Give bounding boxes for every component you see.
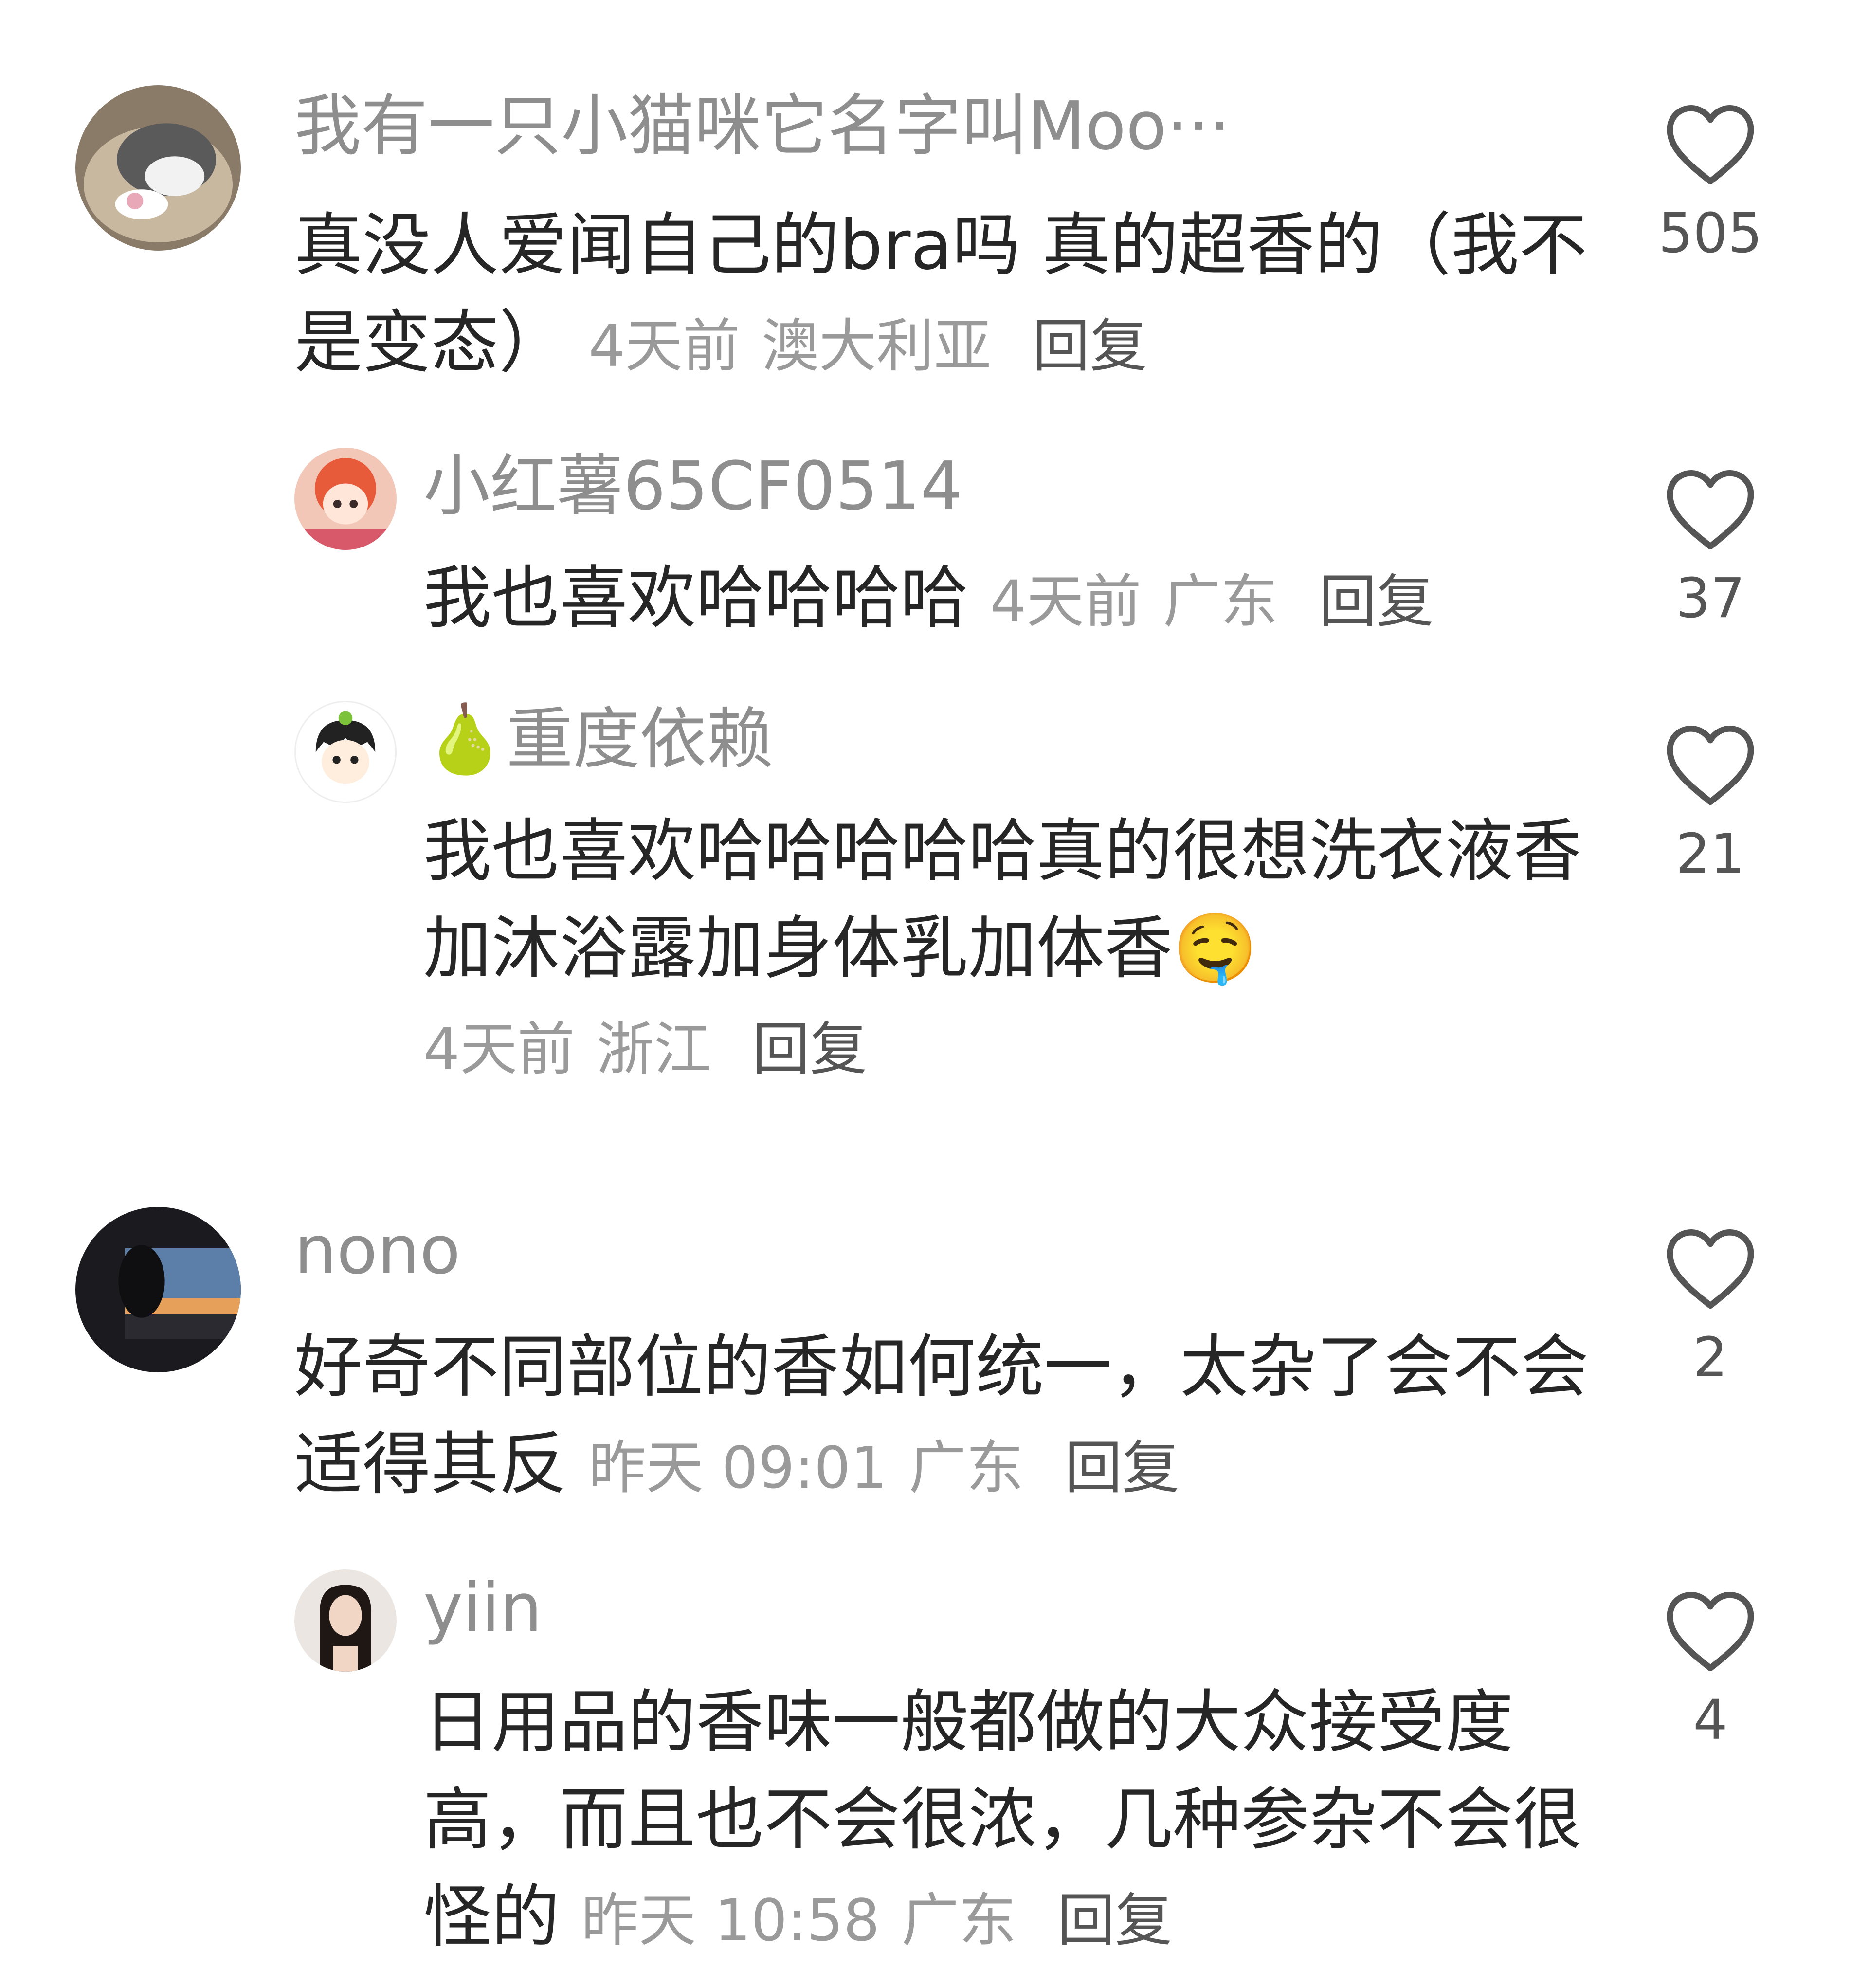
comment-location: 浙江 — [596, 1016, 711, 1083]
cat-avatar-image — [75, 85, 241, 251]
comment-text: 我也喜欢哈哈哈哈 4天前 广东 回复 — [423, 550, 1601, 650]
comment-text: 好奇不同部位的香如何统一，太杂了会不会适得其反 昨天 09:01 广东 回复 — [294, 1319, 1598, 1516]
comment-time: 4天前 — [423, 1016, 575, 1083]
heart-outline-icon — [1667, 1229, 1754, 1309]
comment-time: 昨天 09:01 — [588, 1434, 888, 1501]
reply-button[interactable]: 回复 — [1065, 1434, 1180, 1501]
comment-time: 4天前 — [990, 568, 1142, 635]
avatar[interactable] — [294, 448, 397, 550]
avatar[interactable] — [75, 1207, 241, 1372]
heart-outline-icon — [1667, 1591, 1754, 1672]
like-count: 4 — [1693, 1689, 1728, 1752]
comment-body: 我也喜欢哈哈哈哈 — [423, 559, 969, 638]
like-button[interactable]: 505 — [1654, 102, 1766, 268]
comment-location: 澳大利亚 — [762, 312, 992, 380]
like-count: 2 — [1693, 1326, 1728, 1389]
comment-text: 我也喜欢哈哈哈哈哈真的很想洗衣液香加沐浴露加身体乳加体香🤤 4天前 浙江 回复 — [423, 803, 1601, 1098]
reply-button[interactable]: 回复 — [1033, 312, 1147, 380]
comment-text: 日用品的香味一般都做的大众接受度高，而且也不会很浓，几种参杂不会很怪的 昨天 1… — [423, 1674, 1601, 1969]
avatar[interactable] — [294, 701, 397, 803]
username[interactable]: 小红薯65CF0514 — [423, 448, 962, 526]
like-button[interactable]: 21 — [1654, 723, 1766, 888]
comment-location: 广东 — [908, 1434, 1024, 1501]
reply-button[interactable]: 回复 — [1057, 1887, 1172, 1954]
comment-location: 广东 — [901, 1887, 1016, 1954]
like-button[interactable]: 37 — [1654, 467, 1766, 633]
cartoon-boy-avatar-image — [296, 702, 395, 802]
comment-text: 真没人爱闻自己的bra吗 真的超香的（我不是变态） 4天前 澳大利亚 回复 — [294, 197, 1598, 395]
reply-button[interactable]: 回复 — [752, 1016, 867, 1083]
comment-time: 昨天 10:58 — [581, 1887, 880, 1954]
username[interactable]: 我有一只小猫咪它名字叫Moo··· — [294, 88, 1231, 165]
heart-outline-icon — [1667, 470, 1754, 550]
cartoon-girl-avatar-image — [294, 448, 397, 550]
username[interactable]: 🍐重度依赖 — [423, 701, 773, 779]
comment-body: 我也喜欢哈哈哈哈哈真的很想洗衣液香加沐浴露加身体乳加体香🤤 — [423, 812, 1582, 988]
heart-outline-icon — [1667, 105, 1754, 185]
like-count: 21 — [1675, 822, 1745, 886]
comment-location: 广东 — [1163, 568, 1278, 635]
username[interactable]: nono — [294, 1212, 460, 1290]
avatar[interactable] — [294, 1569, 397, 1672]
like-button[interactable]: 2 — [1654, 1226, 1766, 1392]
comment-time: 4天前 — [588, 312, 740, 380]
like-count: 505 — [1658, 202, 1762, 265]
like-count: 37 — [1675, 567, 1745, 630]
heart-outline-icon — [1667, 725, 1754, 805]
avatar[interactable] — [75, 85, 241, 251]
username[interactable]: yiin — [423, 1569, 542, 1647]
like-button[interactable]: 4 — [1654, 1589, 1766, 1754]
reply-button[interactable]: 回复 — [1319, 568, 1434, 635]
sunset-avatar-image — [75, 1207, 241, 1372]
woman-avatar-image — [294, 1569, 397, 1672]
